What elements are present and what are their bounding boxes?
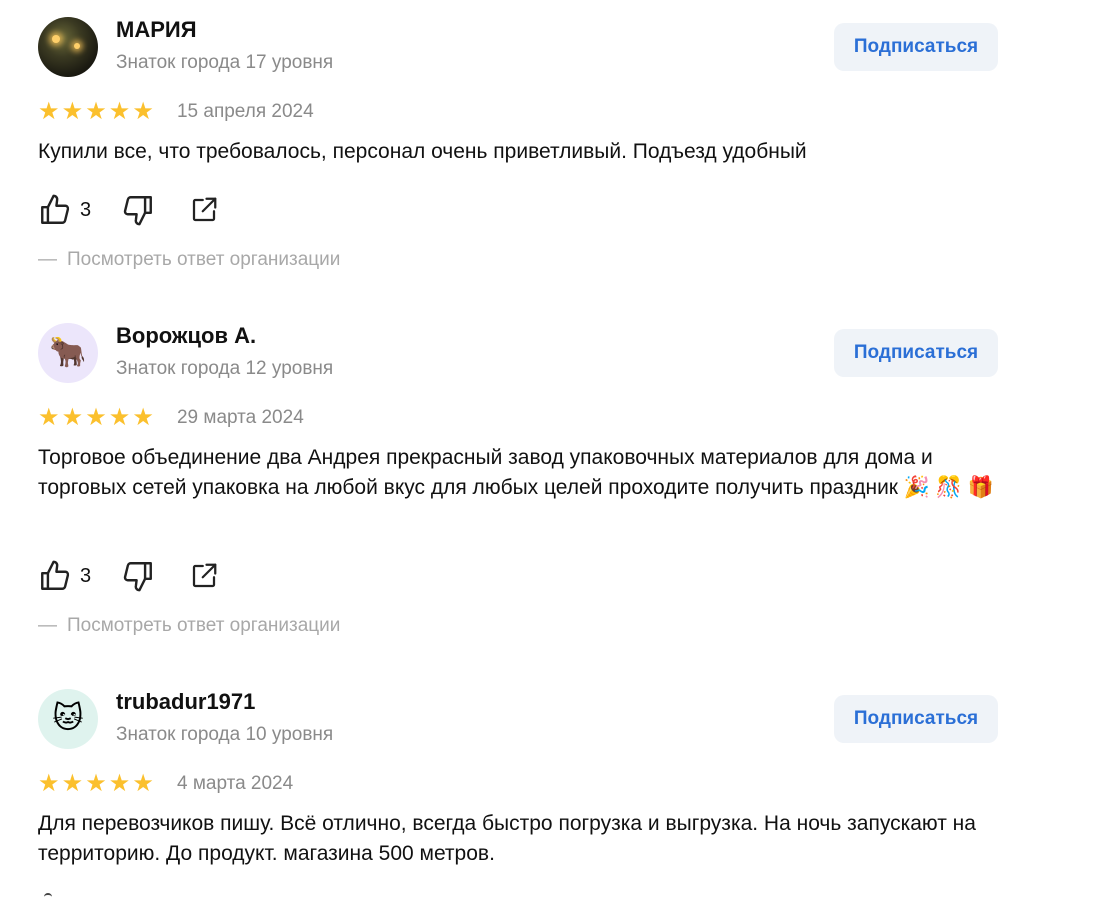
dislike-button[interactable] [121, 559, 155, 593]
share-button[interactable] [189, 195, 219, 225]
star-icon: ★ [61, 404, 84, 431]
star-icon: ★ [108, 770, 131, 797]
thumbs-up-icon [41, 560, 70, 590]
star-icon: ★ [108, 404, 131, 431]
review-date: 29 марта 2024 [176, 407, 304, 428]
share-icon [193, 197, 217, 222]
user-avatar[interactable]: 🐱 [38, 689, 98, 749]
partial-like-icon [44, 893, 52, 900]
rating-row: ★ ★ ★ ★ ★ 29 марта 2024 [38, 405, 304, 431]
share-icon [193, 563, 217, 588]
author-name[interactable]: Ворожцов А. [116, 323, 256, 349]
rating-row: ★ ★ ★ ★ ★ 4 марта 2024 [38, 771, 293, 797]
star-icon: ★ [38, 98, 60, 125]
review-card: 🐱 trubadur1971 Знаток города 10 уровня П… [38, 689, 998, 889]
dislike-button[interactable] [121, 193, 155, 227]
author-level: Знаток города 10 уровня [116, 724, 334, 745]
subscribe-button[interactable]: Подписаться [834, 23, 998, 71]
org-reply-label: Посмотреть ответ организации [67, 615, 341, 636]
star-icon: ★ [108, 98, 131, 125]
author-name[interactable]: trubadur1971 [116, 689, 255, 715]
review-card: 🐂 Ворожцов А. Знаток города 12 уровня По… [38, 323, 998, 643]
review-date: 4 марта 2024 [176, 773, 294, 794]
like-count: 3 [80, 198, 92, 221]
rating-row: ★ ★ ★ ★ ★ 15 апреля 2024 [38, 99, 314, 125]
star-rating: ★ ★ ★ ★ ★ [38, 406, 156, 430]
star-icon: ★ [38, 404, 60, 431]
cat-icon: 🐱 [52, 702, 84, 735]
thumbs-down-icon [123, 562, 153, 592]
review-text: Купили все, что требовалось, персонал оч… [38, 140, 807, 163]
subscribe-button[interactable]: Подписаться [834, 329, 998, 377]
star-icon: ★ [132, 98, 154, 125]
like-button[interactable]: 3 [38, 193, 91, 227]
like-count: 3 [80, 564, 92, 587]
star-icon: ★ [132, 404, 154, 431]
subscribe-button[interactable]: Подписаться [834, 695, 998, 743]
thumbs-down-icon [123, 196, 153, 226]
review-text: Торговое объединение два Андрея прекрасн… [38, 446, 994, 499]
org-reply-label: Посмотреть ответ организации [67, 249, 341, 270]
star-icon: ★ [61, 770, 84, 797]
author-level: Знаток города 17 уровня [116, 52, 334, 73]
star-icon: ★ [61, 98, 84, 125]
review-card: МАРИЯ Знаток города 17 уровня Подписатьс… [38, 17, 998, 277]
star-icon: ★ [132, 770, 154, 797]
author-level: Знаток города 12 уровня [116, 358, 334, 379]
review-actions: 3 [38, 192, 219, 228]
star-icon: ★ [85, 404, 107, 431]
thumbs-up-icon [41, 194, 70, 224]
dash-icon: — [38, 249, 57, 270]
star-icon: ★ [38, 770, 60, 797]
review-date: 15 апреля 2024 [176, 101, 314, 122]
share-button[interactable] [189, 561, 219, 591]
star-icon: ★ [85, 770, 107, 797]
star-icon: ★ [85, 98, 107, 125]
user-avatar[interactable] [38, 17, 98, 77]
star-rating: ★ ★ ★ ★ ★ [38, 772, 156, 796]
org-reply-link[interactable]: — Посмотреть ответ организации [38, 249, 340, 271]
dash-icon: — [38, 615, 57, 636]
user-avatar[interactable]: 🐂 [38, 323, 98, 383]
org-reply-link[interactable]: — Посмотреть ответ организации [38, 615, 340, 637]
like-button[interactable]: 3 [38, 559, 91, 593]
review-actions: 3 [38, 558, 219, 594]
star-rating: ★ ★ ★ ★ ★ [38, 100, 156, 124]
author-name[interactable]: МАРИЯ [116, 17, 197, 43]
bull-icon: 🐂 [49, 336, 87, 369]
review-text: Для перевозчиков пишу. Всё отлично, всег… [38, 812, 976, 865]
